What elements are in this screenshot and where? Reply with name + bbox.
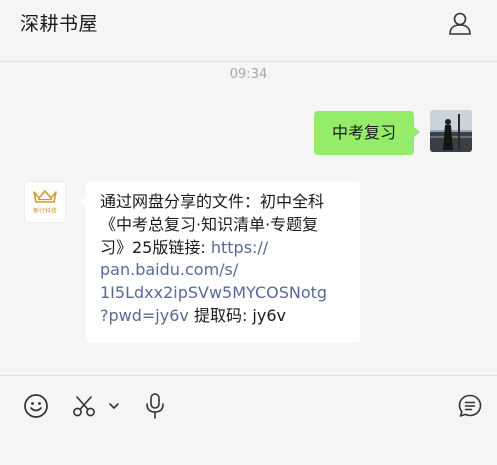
received-message-bubble[interactable]: 通过网盘分享的文件：初中全科 《中考总复习·知识清单·专题复 习》25版链接: … xyxy=(80,181,360,343)
profile-icon xyxy=(449,12,471,35)
scissors-icon xyxy=(73,396,95,417)
self-avatar-image xyxy=(430,110,472,152)
emoji-button[interactable] xyxy=(22,392,50,420)
emoji-icon xyxy=(24,394,48,418)
message-text: 习》25版链接: xyxy=(100,237,211,257)
message-line: 通过网盘分享的文件：初中全科 xyxy=(100,192,325,211)
chevron-down-icon xyxy=(109,403,119,409)
chat-title: 深耕书屋 xyxy=(20,13,99,35)
voice-input-button[interactable] xyxy=(141,392,169,420)
message-line-with-link: ?pwd=jy6v 提取码: jy6v xyxy=(100,305,346,328)
message-timestamp: 09:34 xyxy=(229,67,268,82)
self-avatar[interactable] xyxy=(430,110,472,152)
share-link[interactable]: pan.baidu.com/s/ xyxy=(100,259,346,282)
screenshot-options-button[interactable] xyxy=(106,392,122,420)
crown-logo-icon xyxy=(33,189,57,203)
input-toolbar xyxy=(0,375,497,465)
share-link[interactable]: ?pwd=jy6v xyxy=(100,306,189,325)
chat-history-button[interactable] xyxy=(456,392,484,420)
microphone-icon xyxy=(146,393,164,419)
chat-history-icon xyxy=(458,394,482,417)
screenshot-button[interactable] xyxy=(70,392,98,420)
extraction-code-text: 提取码: jy6v xyxy=(188,305,286,325)
share-link[interactable]: https:// xyxy=(211,238,268,257)
share-link[interactable]: 1I5Ldxx2ipSVw5MYCOSNotg xyxy=(100,282,346,305)
sent-message-bubble[interactable]: 中考复习 xyxy=(314,111,420,155)
message-line-with-link: 习》25版链接: https:// xyxy=(100,237,346,260)
chat-header: 深耕书屋 xyxy=(0,0,497,62)
contact-avatar[interactable]: 新行科技 xyxy=(24,181,66,223)
contact-avatar-text: 新行科技 xyxy=(33,207,57,214)
message-line: 《中考总复习·知识清单·专题复 xyxy=(100,214,319,234)
message-list[interactable]: 09:34 中考复习 新行科技 通过网盘分享的文件：初中全科 《中考总复习·知识… xyxy=(0,63,497,434)
profile-button[interactable] xyxy=(446,9,474,37)
sent-message-text: 中考复习 xyxy=(331,122,396,142)
chat-window: 深耕书屋 09:34 中考复习 新行科技 通过网盘分享的文件：初中全科 《中考总… xyxy=(0,0,497,465)
